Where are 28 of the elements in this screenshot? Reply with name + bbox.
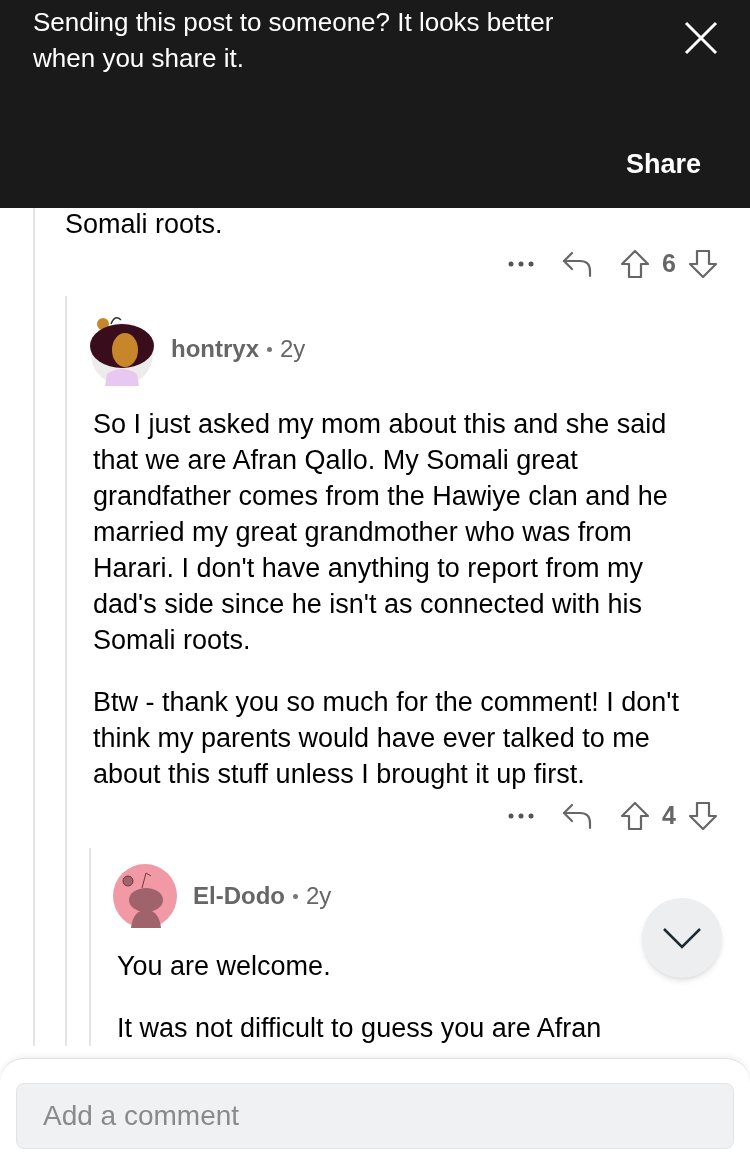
avatar-icon (113, 864, 177, 928)
username[interactable]: hontryx (171, 331, 259, 367)
comment-text: It was not difficult to guess you are Afran (117, 1012, 602, 1045)
scroll-down-button[interactable] (642, 898, 722, 978)
chevron-down-icon (662, 927, 702, 949)
downvote-icon[interactable] (688, 801, 718, 831)
more-icon[interactable] (508, 261, 535, 267)
vote-count: 6 (662, 248, 676, 280)
comment-text: Btw - thank you so much for the comment! I don't think my parents would have ever talked to me about this stuff unless I brought it up first. (93, 686, 680, 791)
banner-message: Sending this post to someone? It looks better when you share it. (33, 6, 555, 75)
comment-text: So I just asked my mom about this and she said that we are Afran Qallo. My Somali great grandfather comes from the Hawiye clan and he married my great grandmother who was from Harari. I don't have anything to report from my dad's side since he isn't as connected with his Somali roots. (93, 408, 669, 657)
upvote-icon[interactable] (620, 801, 651, 831)
dot-separator-icon (267, 346, 272, 352)
reply-icon[interactable] (562, 802, 593, 830)
share-button[interactable]: Share (625, 143, 717, 184)
username[interactable]: El-Dodo (193, 878, 285, 914)
more-icon[interactable] (508, 813, 535, 819)
downvote-icon[interactable] (688, 249, 718, 279)
dot-separator-icon (293, 893, 298, 899)
close-icon[interactable] (683, 20, 719, 56)
reply-icon[interactable] (562, 250, 593, 278)
comment-input[interactable]: Add a comment (16, 1083, 734, 1149)
comment-age: 2y (280, 334, 306, 364)
comment-age: 2y (306, 881, 332, 911)
upvote-icon[interactable] (620, 249, 651, 279)
vote-count: 4 (662, 800, 676, 832)
comment-text: Somali roots. (65, 208, 224, 240)
comment-text: You are welcome. (117, 950, 331, 983)
